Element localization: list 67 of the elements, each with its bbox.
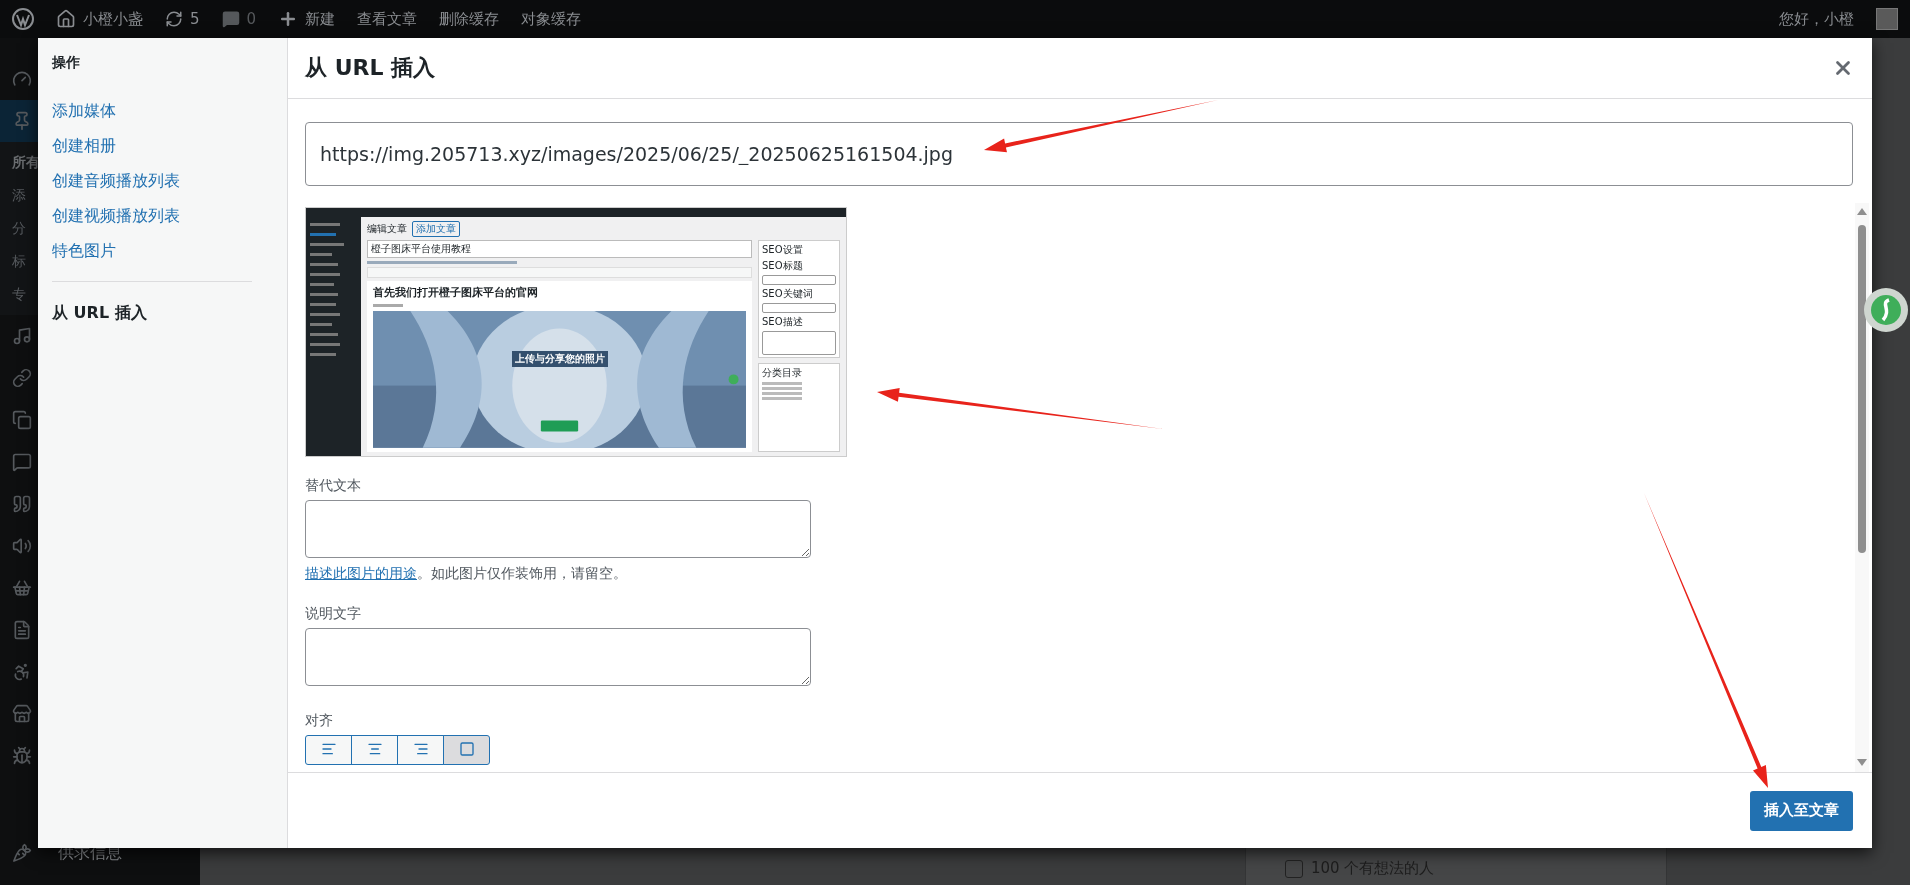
preview-category-box: 分类目录 bbox=[758, 363, 840, 452]
toolbar-link[interactable]: 删除缓存 bbox=[439, 9, 500, 29]
field-label: 替代文本 bbox=[305, 477, 362, 495]
menu-item[interactable]: 分 bbox=[12, 219, 26, 238]
field-label: 说明文字 bbox=[305, 605, 362, 623]
menu-item[interactable]: 标 bbox=[12, 252, 26, 271]
align-button[interactable] bbox=[443, 735, 490, 765]
menu-icon[interactable] bbox=[12, 326, 32, 346]
checkbox[interactable] bbox=[1285, 859, 1303, 878]
url-field[interactable]: https://img.205713.xyz/images/2025/06/25/_20250625161504.jpg bbox=[305, 122, 1853, 186]
new-menu[interactable]: 新建 bbox=[278, 9, 336, 29]
help-link[interactable]: 描述此图片的用途 bbox=[305, 565, 417, 581]
menu-icon[interactable] bbox=[12, 368, 32, 388]
menu-item[interactable]: 添 bbox=[12, 186, 26, 205]
menu-icon[interactable] bbox=[12, 578, 32, 598]
align-icon[interactable] bbox=[366, 741, 383, 757]
menu-icon[interactable] bbox=[12, 662, 32, 682]
menu-icon[interactable] bbox=[12, 536, 32, 556]
menu-icon[interactable] bbox=[12, 704, 32, 724]
comments-link[interactable]: 0 bbox=[221, 10, 257, 28]
menu-icon[interactable] bbox=[12, 452, 32, 472]
avatar[interactable] bbox=[1876, 8, 1898, 30]
menu-icon[interactable] bbox=[12, 410, 32, 430]
site-name-link[interactable]: 小橙小盏 bbox=[56, 9, 143, 29]
sidebar-item[interactable]: 创建相册 bbox=[52, 129, 116, 164]
dialog-title: 从 URL 插入 bbox=[305, 54, 436, 82]
toolbar-link[interactable]: 对象缓存 bbox=[521, 9, 582, 29]
pin-icon[interactable] bbox=[12, 111, 32, 131]
comment-icon[interactable] bbox=[221, 10, 240, 28]
sidebar-heading: 操作 bbox=[52, 54, 81, 72]
align-icon[interactable] bbox=[412, 741, 429, 757]
preview-hero-text: 上传与分享您的照片 bbox=[511, 351, 608, 368]
align-button[interactable] bbox=[305, 735, 352, 765]
menu-item[interactable]: 所有 bbox=[12, 153, 40, 172]
preview-text-line bbox=[373, 304, 403, 308]
preview-page-title: 编辑文章 bbox=[367, 222, 407, 237]
align-button[interactable] bbox=[397, 735, 444, 765]
sidebar-item[interactable]: 从 URL 插入 bbox=[52, 296, 147, 331]
home-icon[interactable] bbox=[56, 9, 76, 29]
menu-icon[interactable] bbox=[12, 746, 32, 766]
align-icon[interactable] bbox=[320, 741, 337, 757]
preview-heading: 首先我们打开橙子图床平台的官网 bbox=[373, 285, 539, 301]
carrot-icon[interactable] bbox=[12, 843, 32, 863]
updates-link[interactable]: 5 bbox=[165, 10, 200, 28]
sidebar-item[interactable]: 创建视频播放列表 bbox=[52, 199, 180, 234]
preview-seo-box: SEO设置 SEO标题 SEO关键词 SEO描述 bbox=[758, 240, 840, 359]
toolbar-link[interactable]: 查看文章 bbox=[357, 9, 418, 29]
align-icon[interactable] bbox=[458, 741, 475, 757]
greeting-link[interactable]: 您好，小橙 bbox=[1779, 9, 1854, 29]
preview-title-field: 橙子图床平台使用教程 bbox=[367, 240, 752, 259]
sidebar-item[interactable]: 创建音频播放列表 bbox=[52, 164, 180, 199]
wordpress-logo-icon[interactable] bbox=[12, 8, 34, 30]
menu-icon[interactable] bbox=[12, 620, 32, 640]
refresh-icon[interactable] bbox=[165, 10, 183, 28]
menu-icon[interactable] bbox=[12, 494, 32, 514]
sidebar-item[interactable]: 特色图片 bbox=[52, 234, 116, 269]
menu-item[interactable]: 专 bbox=[12, 285, 26, 304]
help-text: 描述此图片的用途。如此图片仅作装饰用，请留空。 bbox=[305, 565, 628, 583]
caption-field[interactable] bbox=[305, 628, 811, 686]
floating-logo-icon[interactable] bbox=[1864, 288, 1908, 332]
alt-text-field[interactable] bbox=[305, 500, 811, 558]
insert-button[interactable]: 插入至文章 bbox=[1750, 790, 1853, 831]
field-label: 对齐 bbox=[305, 712, 334, 730]
align-button[interactable] bbox=[351, 735, 398, 765]
dashboard-icon[interactable] bbox=[12, 69, 32, 89]
scrollbar[interactable] bbox=[1855, 203, 1869, 772]
sidebar-item[interactable]: 添加媒体 bbox=[52, 94, 116, 129]
